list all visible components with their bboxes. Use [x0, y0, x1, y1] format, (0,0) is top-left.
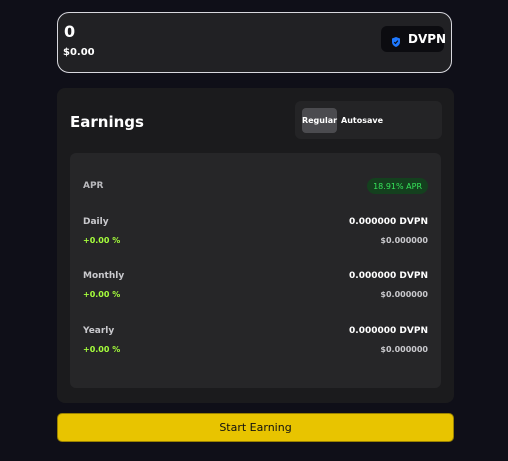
daily-change: +0.00 % — [83, 236, 121, 245]
stake-amount-usd: $0.00 — [63, 47, 95, 58]
apr-label: APR — [83, 181, 104, 191]
daily-label: Daily — [83, 217, 109, 227]
token-selector[interactable]: DVPN — [381, 26, 447, 52]
mode-regular-button[interactable]: Regular — [302, 108, 337, 133]
monthly-label: Monthly — [83, 271, 125, 281]
stake-amount-card[interactable]: 0 $0.00 DVPN — [57, 12, 452, 73]
apr-badge: 18.91% APR — [367, 178, 428, 194]
yearly-usd: $0.000000 — [380, 345, 428, 354]
daily-usd: $0.000000 — [380, 236, 428, 245]
yearly-amount: 0.000000 DVPN — [349, 326, 428, 336]
earnings-stats: APR 18.91% APR Daily +0.00 % 0.000000 DV… — [70, 153, 441, 388]
stake-amount-value[interactable]: 0 — [64, 22, 75, 41]
earnings-title: Earnings — [70, 113, 144, 131]
mode-autosave-button[interactable]: Autosave — [341, 108, 383, 133]
yearly-change: +0.00 % — [83, 345, 121, 354]
monthly-usd: $0.000000 — [380, 290, 428, 299]
monthly-change: +0.00 % — [83, 290, 121, 299]
earning-mode-toggle: Regular Autosave — [295, 101, 442, 139]
monthly-amount: 0.000000 DVPN — [349, 271, 428, 281]
start-earning-button[interactable]: Start Earning — [57, 413, 454, 442]
dvpn-shield-icon — [390, 33, 402, 47]
token-label: DVPN — [408, 32, 447, 46]
yearly-label: Yearly — [83, 326, 115, 336]
daily-amount: 0.000000 DVPN — [349, 217, 428, 227]
earnings-panel: Earnings Regular Autosave APR 18.91% APR… — [57, 88, 454, 403]
